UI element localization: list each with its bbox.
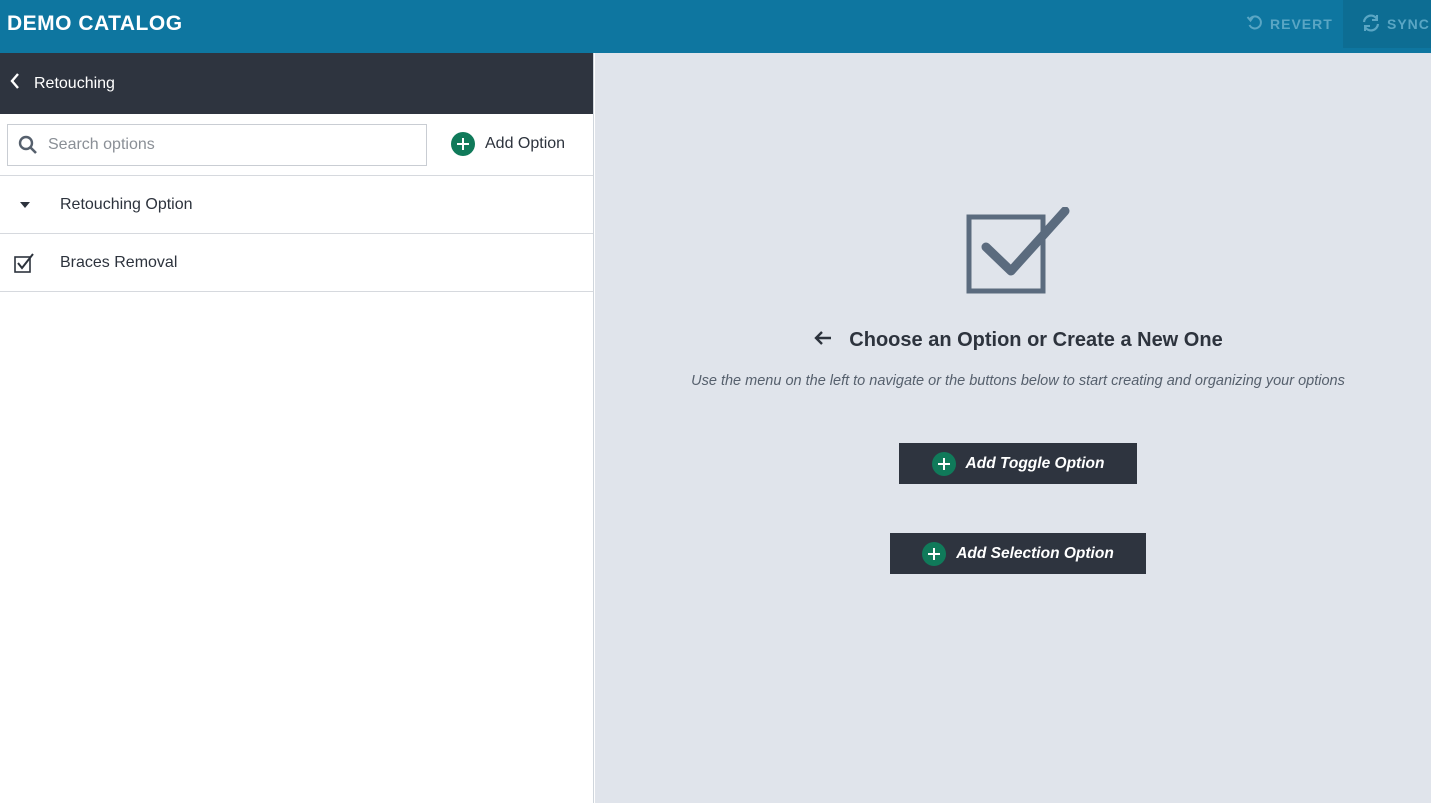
sync-button[interactable]: SYNC	[1343, 0, 1431, 48]
main-panel: Choose an Option or Create a New One Use…	[595, 53, 1431, 803]
revert-button[interactable]: REVERT	[1246, 0, 1336, 48]
top-bar: DEMO CATALOG REVERT SYNC	[0, 0, 1431, 53]
app-title: DEMO CATALOG	[7, 12, 183, 35]
revert-label: REVERT	[1270, 16, 1333, 32]
back-button[interactable]	[0, 53, 30, 114]
heading-text: Choose an Option or Create a New One	[849, 329, 1223, 351]
add-selection-option-label: Add Selection Option	[956, 544, 1114, 562]
checkbox-checked-icon	[0, 252, 60, 273]
search-box	[7, 124, 427, 166]
list-item-retouching-option[interactable]: Retouching Option	[0, 176, 593, 234]
empty-state-heading: Choose an Option or Create a New One	[595, 329, 1431, 352]
sync-label: SYNC	[1387, 16, 1430, 32]
arrow-left-icon	[813, 330, 833, 351]
sidebar-title: Retouching	[34, 74, 115, 92]
sidebar-toolbar: Add Option	[0, 114, 593, 176]
search-icon	[8, 135, 48, 155]
undo-icon	[1246, 14, 1264, 35]
checkbox-large-icon	[966, 206, 1070, 300]
add-selection-option-button[interactable]: Add Selection Option	[890, 533, 1146, 574]
add-option-label: Add Option	[485, 135, 566, 152]
plus-circle-icon	[451, 132, 475, 156]
list-item-braces-removal[interactable]: Braces Removal	[0, 234, 593, 292]
search-input[interactable]	[48, 136, 418, 154]
sidebar: Retouching Add Option Retouching Option …	[0, 53, 594, 803]
list-item-label: Braces Removal	[60, 253, 178, 271]
plus-circle-icon	[931, 451, 956, 476]
plus-circle-icon	[922, 541, 947, 566]
list-item-label: Retouching Option	[60, 195, 193, 213]
sidebar-header: Retouching	[0, 53, 593, 114]
sync-icon	[1361, 13, 1381, 36]
empty-state-subtext: Use the menu on the left to navigate or …	[691, 373, 1345, 389]
caret-down-icon[interactable]	[0, 201, 60, 209]
chevron-left-icon	[9, 72, 21, 95]
add-toggle-option-label: Add Toggle Option	[965, 454, 1105, 472]
add-option-button[interactable]: Add Option	[451, 132, 565, 156]
add-toggle-option-button[interactable]: Add Toggle Option	[899, 443, 1137, 484]
